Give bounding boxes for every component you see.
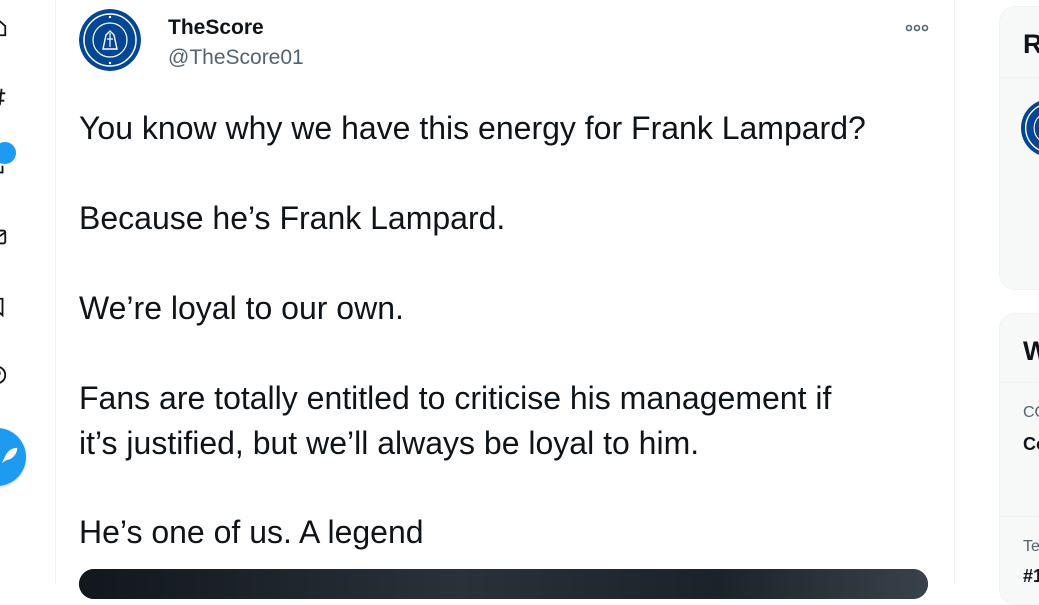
bookmarks-icon[interactable] bbox=[0, 296, 8, 318]
author-avatar[interactable] bbox=[79, 9, 141, 71]
trend-meta: Te bbox=[1023, 538, 1039, 555]
relevant-people-title: R bbox=[1023, 29, 1039, 60]
trend-meta: CO bbox=[1023, 404, 1039, 421]
feather-icon bbox=[1, 447, 18, 464]
explore-icon[interactable] bbox=[0, 86, 8, 108]
divider bbox=[1000, 77, 1039, 78]
author-handle[interactable]: @TheScore01 bbox=[168, 46, 304, 70]
profile-icon[interactable] bbox=[0, 364, 8, 386]
tweet-media-image[interactable] bbox=[79, 569, 928, 599]
trend-title[interactable]: Co bbox=[1023, 434, 1039, 455]
home-icon[interactable] bbox=[0, 16, 8, 38]
tweet-text-line: Because he’s Frank Lampard. bbox=[79, 200, 506, 236]
chelsea-crest-icon bbox=[79, 9, 141, 71]
tweet-detail: TheScore @TheScore01 You know why we hav… bbox=[55, 0, 955, 599]
relevant-people-card: R bbox=[999, 6, 1039, 290]
divider bbox=[1000, 382, 1039, 383]
whats-happening-title: W bbox=[1023, 336, 1039, 367]
more-icon bbox=[905, 24, 929, 32]
tweet-more-button[interactable] bbox=[902, 16, 932, 40]
tweet-text-line: You know why we have this energy for Fra… bbox=[79, 110, 866, 146]
messages-icon[interactable] bbox=[0, 226, 8, 248]
notification-badge bbox=[0, 140, 18, 166]
whats-happening-card: W CO Co Te #1 bbox=[999, 313, 1039, 605]
divider bbox=[1000, 516, 1039, 517]
author-display-name[interactable]: TheScore bbox=[168, 16, 264, 40]
tweet-text-line: We’re loyal to our own. bbox=[79, 290, 404, 326]
tweet-text-line: it’s justified, but we’ll always be loya… bbox=[79, 425, 700, 461]
compose-tweet-button[interactable] bbox=[0, 428, 26, 486]
tweet-text-line: Fans are totally entitled to criticise h… bbox=[79, 380, 832, 416]
tweet-text-line: He’s one of us. A legend bbox=[79, 514, 424, 550]
chelsea-crest-icon[interactable] bbox=[1021, 99, 1039, 157]
